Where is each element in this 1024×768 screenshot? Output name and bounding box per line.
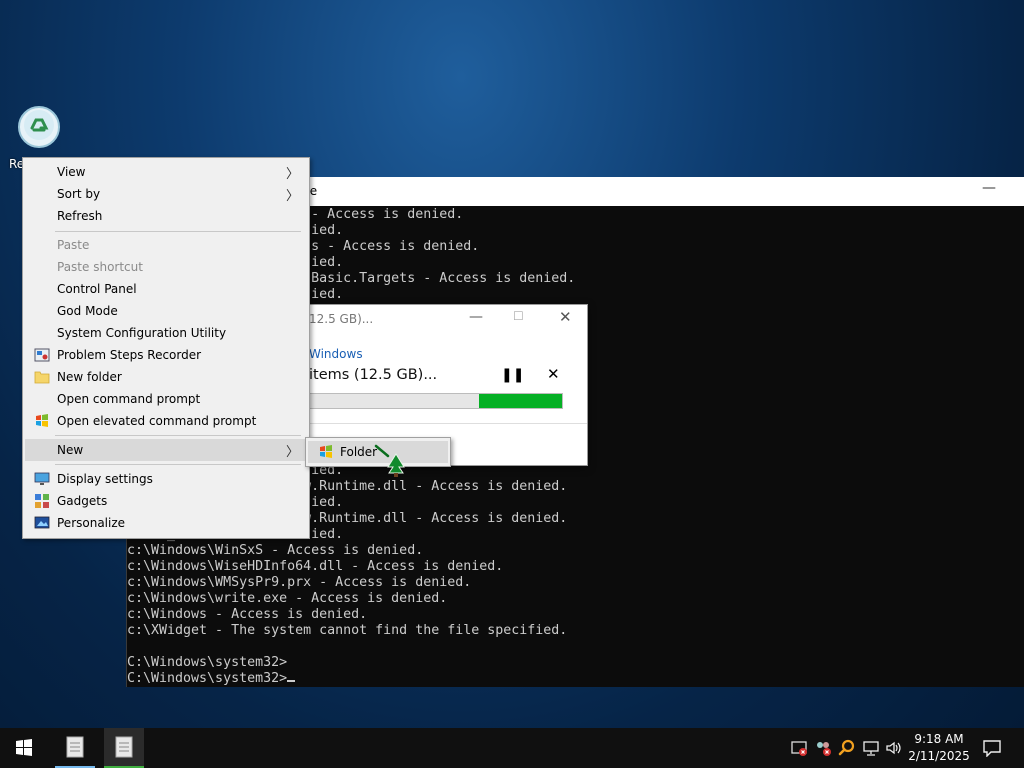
desktop-context-menu[interactable]: View 〉 Sort by 〉 Refresh Paste Paste sho… xyxy=(22,157,310,539)
menu-item-open-elevated-command-prompt[interactable]: Open elevated command prompt xyxy=(25,410,307,432)
chevron-right-icon: 〉 xyxy=(285,167,299,182)
menu-separator xyxy=(55,435,301,436)
recycle-bin-icon[interactable] xyxy=(16,104,62,150)
network-people-icon[interactable] xyxy=(814,739,832,757)
console-line: c:\Windows\WiseHDInfo64.dll - Access is … xyxy=(127,559,504,574)
menu-item-label: Personalize xyxy=(57,516,126,530)
menu-item-label: God Mode xyxy=(57,304,118,318)
copy-close-button[interactable]: ✕ xyxy=(559,308,572,326)
recorder-icon xyxy=(34,348,50,362)
taskbar: 9:18 AM 2/11/2025 xyxy=(0,728,1024,768)
console-line: C:\Windows\system32> xyxy=(127,655,288,670)
console-line: c:\Windows - Access is denied. xyxy=(127,607,368,622)
clock-time[interactable]: 9:18 AM xyxy=(908,732,970,746)
windows-flag-icon xyxy=(320,445,332,458)
menu-item-view[interactable]: View 〉 xyxy=(25,161,307,183)
windows-flag-icon xyxy=(36,414,48,427)
menu-item-label: Control Panel xyxy=(57,282,137,296)
copy-minimize-button[interactable]: — xyxy=(469,309,483,325)
menu-item-system-configuration-utility[interactable]: System Configuration Utility xyxy=(25,322,307,344)
folder-icon xyxy=(34,371,50,384)
chevron-right-icon: 〉 xyxy=(285,189,299,204)
menu-item-label: Open elevated command prompt xyxy=(57,414,257,428)
menu-item-label: System Configuration Utility xyxy=(57,326,227,340)
menu-item-refresh[interactable]: Refresh xyxy=(25,205,307,227)
menu-item-display-settings[interactable]: Display settings xyxy=(25,468,307,490)
notepad-icon xyxy=(115,736,133,758)
menu-item-label: Problem Steps Recorder xyxy=(57,348,202,362)
menu-item-new[interactable]: New 〉 xyxy=(25,439,307,461)
copy-dialog-divider xyxy=(301,423,587,424)
menu-item-paste: Paste xyxy=(25,234,307,256)
menu-item-label: View xyxy=(57,165,86,179)
console-minimize-button[interactable]: — xyxy=(982,180,996,196)
menu-separator xyxy=(55,231,301,232)
copy-destination-link[interactable]: Windows xyxy=(309,347,363,361)
start-windows-icon[interactable] xyxy=(0,728,48,768)
menu-item-label: Display settings xyxy=(57,472,153,486)
copy-status-text: items (12.5 GB)... xyxy=(309,367,438,383)
stop-button[interactable]: ✕ xyxy=(547,365,560,383)
menu-item-label: Gadgets xyxy=(57,494,108,508)
menu-item-label: Sort by xyxy=(57,187,101,201)
copy-progress-fill xyxy=(478,394,562,408)
gadgets-icon xyxy=(35,494,49,508)
display-icon xyxy=(34,472,50,485)
console-line: C:\Windows\system32> xyxy=(127,671,296,687)
pause-button[interactable]: ❚❚ xyxy=(501,367,524,383)
taskbar-app-notepad-active[interactable] xyxy=(104,728,144,768)
console-line: c:\Windows\write.exe - Access is denied. xyxy=(127,591,448,606)
chevron-right-icon: 〉 xyxy=(285,445,299,460)
copy-progress-bar xyxy=(309,393,563,409)
clock-date[interactable]: 2/11/2025 xyxy=(908,749,970,763)
copy-dialog-title: 12.5 GB)... xyxy=(309,312,374,326)
console-caret xyxy=(287,680,296,682)
console-line: c:\Windows\WMSysPr9.prx - Access is deni… xyxy=(127,575,472,590)
search-magnifier-icon[interactable] xyxy=(838,739,856,757)
menu-separator xyxy=(55,464,301,465)
submenu-item-label: Folder xyxy=(340,445,378,459)
menu-item-label: Refresh xyxy=(57,209,103,223)
menu-item-gadgets[interactable]: Gadgets xyxy=(25,490,307,512)
network-icon[interactable] xyxy=(862,739,880,757)
menu-item-paste-shortcut: Paste shortcut xyxy=(25,256,307,278)
copy-maximize-button[interactable]: ☐ xyxy=(513,309,524,323)
menu-item-label: New xyxy=(57,443,84,457)
menu-item-new-folder[interactable]: New folder xyxy=(25,366,307,388)
taskbar-app-notepad[interactable] xyxy=(55,728,95,768)
menu-item-sort-by[interactable]: Sort by 〉 xyxy=(25,183,307,205)
menu-item-control-panel[interactable]: Control Panel xyxy=(25,278,307,300)
menu-item-open-command-prompt[interactable]: Open command prompt xyxy=(25,388,307,410)
menu-item-problem-steps-recorder[interactable]: Problem Steps Recorder xyxy=(25,344,307,366)
menu-item-god-mode[interactable]: God Mode xyxy=(25,300,307,322)
security-alert-icon[interactable] xyxy=(790,739,808,757)
volume-icon[interactable] xyxy=(885,739,903,757)
notepad-icon xyxy=(66,736,84,758)
personalize-icon xyxy=(34,516,50,529)
notification-center-icon[interactable] xyxy=(982,739,1002,757)
mouse-cursor-icon xyxy=(374,444,405,477)
menu-item-label: Open command prompt xyxy=(57,392,201,406)
menu-item-label: Paste shortcut xyxy=(57,260,143,274)
menu-item-personalize[interactable]: Personalize xyxy=(25,512,307,534)
console-line: c:\XWidget - The system cannot find the … xyxy=(127,623,568,638)
menu-item-label: Paste xyxy=(57,238,90,252)
console-line: c:\Windows\WinSxS - Access is denied. xyxy=(127,543,424,558)
menu-item-label: New folder xyxy=(57,370,122,384)
